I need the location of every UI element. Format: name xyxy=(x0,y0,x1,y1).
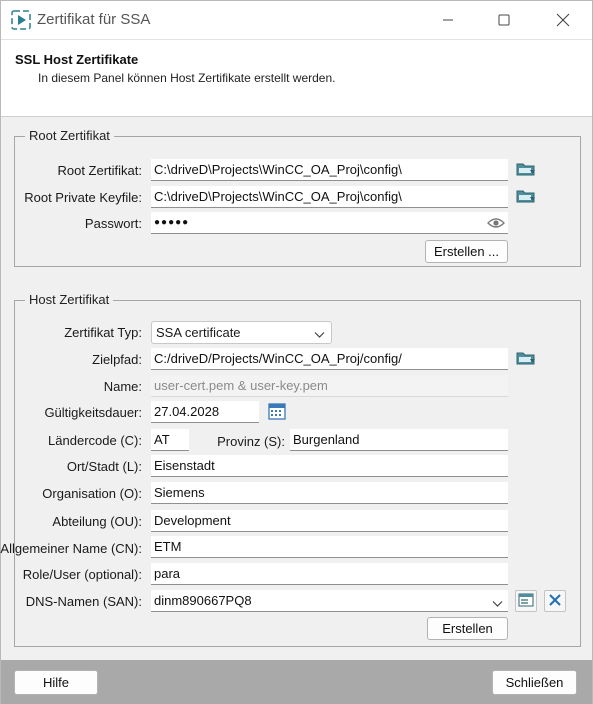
chevron-down-icon xyxy=(314,327,325,342)
cert-type-select[interactable]: SSA certificate xyxy=(151,321,332,344)
browse-target-path-button[interactable] xyxy=(515,348,537,370)
password-label: Passwort: xyxy=(84,216,142,231)
organisation-field[interactable]: Siemens xyxy=(151,482,508,504)
close-window-button[interactable] xyxy=(540,5,586,35)
create-host-button[interactable]: Erstellen xyxy=(427,617,508,640)
dns-names-value: dinm890667PQ8 xyxy=(154,593,252,608)
common-name-field[interactable]: ETM xyxy=(151,536,508,558)
province-label: Provinz (S): xyxy=(217,434,285,449)
target-path-field[interactable]: C:/driveD/Projects/WinCC_OA_Proj/config/ xyxy=(151,348,508,370)
validity-date-field[interactable]: 27.04.2028 xyxy=(151,401,259,423)
create-root-button[interactable]: Erstellen ... xyxy=(425,240,508,263)
name-field: user-cert.pem & user-key.pem xyxy=(151,375,508,397)
window-title: Zertifikat für SSA xyxy=(37,11,151,28)
edit-dns-list-button[interactable] xyxy=(515,590,537,612)
header-description: In diesem Panel können Host Zertifikate … xyxy=(38,71,336,85)
common-name-label: Allgemeiner Name (CN): xyxy=(0,541,142,556)
department-label: Abteilung (OU): xyxy=(52,514,142,529)
help-button[interactable]: Hilfe xyxy=(14,670,98,695)
province-field[interactable]: Burgenland xyxy=(290,429,508,451)
dialog-window: Zertifikat für SSA SSL Host Zertifikate … xyxy=(0,0,593,704)
country-code-label: Ländercode (C): xyxy=(48,433,142,448)
close-button[interactable]: Schließen xyxy=(492,670,577,695)
close-icon xyxy=(556,13,570,27)
root-key-label: Root Private Keyfile: xyxy=(24,190,142,205)
minimize-button[interactable] xyxy=(425,5,471,35)
play-triangle-icon xyxy=(11,10,31,30)
validity-label: Gültigkeitsdauer: xyxy=(44,405,142,420)
folder-browse-icon xyxy=(516,350,536,369)
target-path-label: Zielpfad: xyxy=(92,352,142,367)
header-panel: SSL Host Zertifikate In diesem Panel kön… xyxy=(1,39,592,117)
dns-names-select[interactable]: dinm890667PQ8 xyxy=(151,590,508,612)
role-user-field[interactable]: para xyxy=(151,563,508,585)
list-edit-icon xyxy=(518,593,534,610)
header-title: SSL Host Zertifikate xyxy=(15,52,139,67)
calendar-icon xyxy=(268,402,286,423)
minimize-icon xyxy=(442,14,454,26)
root-cert-label: Root Zertifikat: xyxy=(57,163,142,178)
city-field[interactable]: Eisenstadt xyxy=(151,455,508,477)
role-user-label: Role/User (optional): xyxy=(22,567,142,582)
department-field[interactable]: Development xyxy=(151,510,508,532)
close-x-icon xyxy=(548,593,562,610)
date-picker-button[interactable] xyxy=(266,401,288,423)
footer-bar: Hilfe Schließen xyxy=(1,660,592,704)
city-label: Ort/Stadt (L): xyxy=(66,459,142,474)
clear-dns-button[interactable] xyxy=(544,590,566,612)
browse-root-key-button[interactable] xyxy=(515,186,537,208)
folder-browse-icon xyxy=(516,188,536,207)
root-group-title: Root Zertifikat xyxy=(25,128,114,143)
maximize-button[interactable] xyxy=(481,5,527,35)
dns-names-label: DNS-Namen (SAN): xyxy=(25,594,142,609)
eye-icon[interactable] xyxy=(487,216,505,233)
root-cert-field[interactable]: C:\driveD\Projects\WinCC_OA_Proj\config\ xyxy=(151,159,508,181)
title-bar: Zertifikat für SSA xyxy=(1,1,592,39)
country-code-field[interactable]: AT xyxy=(151,429,189,451)
root-key-field[interactable]: C:\driveD\Projects\WinCC_OA_Proj\config\ xyxy=(151,186,508,208)
password-field[interactable]: ●●●●● xyxy=(151,212,508,234)
name-label: Name: xyxy=(103,379,142,394)
browse-root-cert-button[interactable] xyxy=(515,159,537,181)
cert-type-value: SSA certificate xyxy=(156,325,241,340)
chevron-down-icon xyxy=(492,596,503,611)
host-group-title: Host Zertifikat xyxy=(25,292,114,307)
maximize-icon xyxy=(498,14,510,26)
cert-type-label: Zertifikat Typ: xyxy=(64,325,142,340)
folder-browse-icon xyxy=(516,161,536,180)
organisation-label: Organisation (O): xyxy=(42,486,142,501)
